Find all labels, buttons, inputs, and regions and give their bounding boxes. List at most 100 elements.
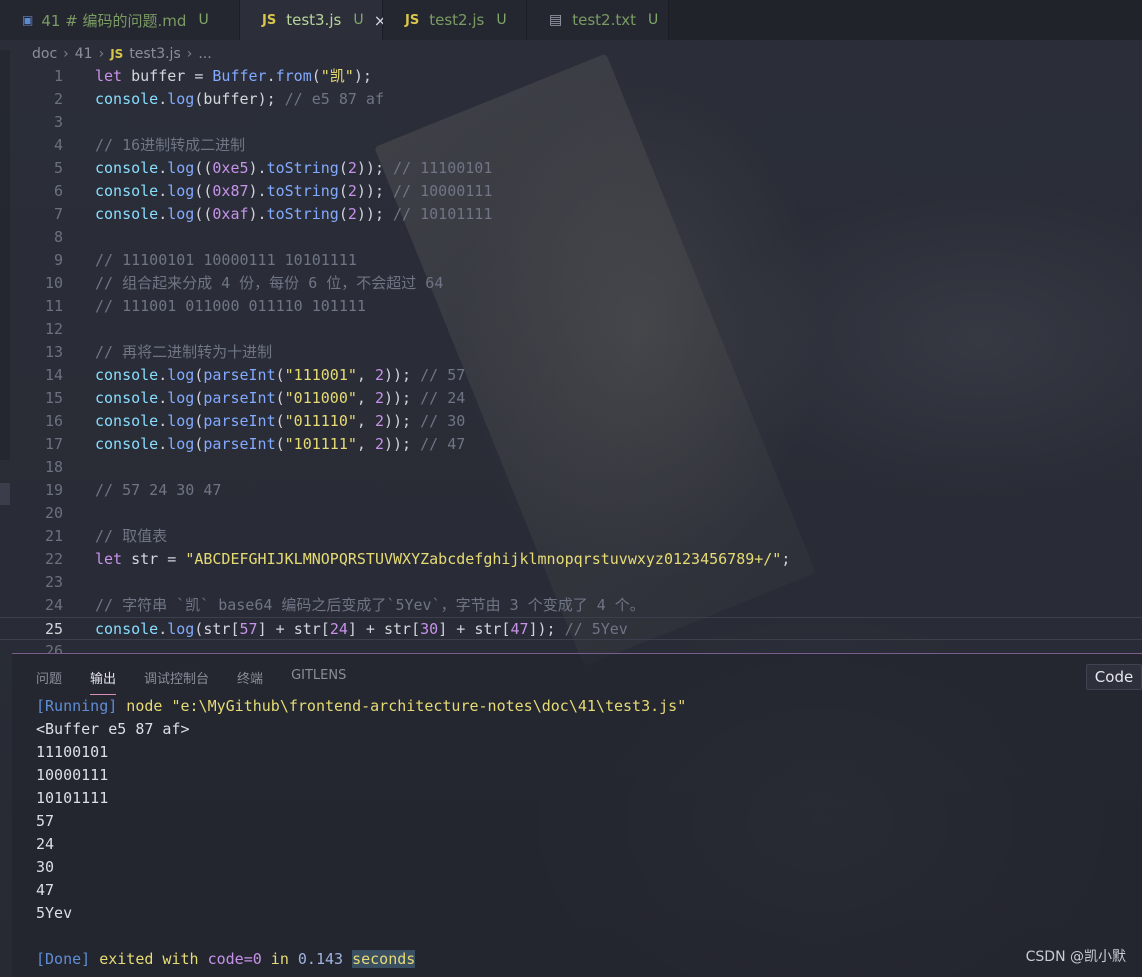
line-number: 11 (44, 297, 63, 315)
code-text: // 再将二进制转为十进制 (95, 343, 273, 361)
chevron-right-icon: › (98, 46, 105, 62)
code-line: 21 // 取值表 (0, 525, 1142, 548)
seconds-text: seconds (352, 950, 416, 968)
js-icon: JS (405, 12, 420, 28)
code-text: // 16进制转成二进制 (95, 136, 246, 154)
line-number: 24 (44, 596, 63, 614)
line-number: 23 (44, 573, 63, 591)
tab-test3-js[interactable]: JS test3.js U × (240, 0, 387, 40)
code-text: // 57 24 30 47 (95, 481, 222, 499)
exit-code: code=0 (207, 950, 262, 968)
breadcrumb-more[interactable]: ... (198, 46, 211, 62)
untracked-badge: U (496, 12, 507, 28)
tab-test2-js[interactable]: JS test2.js U (383, 0, 527, 40)
line-number: 19 (44, 481, 63, 499)
editor-tab-bar: ▣ 41 # 编码的问题.md U JS test3.js U × JS tes… (0, 0, 1142, 40)
line-number: 6 (53, 182, 63, 200)
output-line: 11100101 (36, 743, 109, 761)
output-channel-select[interactable]: Code (1086, 664, 1142, 690)
code-text: let buffer = Buffer.from("凯"); (95, 67, 372, 85)
tab-gitlens[interactable]: GITLENS (291, 668, 346, 694)
chevron-right-icon: › (63, 46, 69, 62)
done-tag: [Done] (36, 950, 91, 968)
code-line: 10 // 组合起来分成 4 份，每份 6 位，不会超过 64 (0, 272, 1142, 295)
tab-label: test2.js (429, 11, 485, 29)
line-number: 21 (44, 527, 63, 545)
output-line: 30 (36, 858, 55, 876)
output-line: 10000111 (36, 766, 109, 784)
code-line: 18 (0, 456, 1142, 479)
tab-output[interactable]: 输出 (90, 668, 117, 695)
output-line: 57 (36, 812, 55, 830)
tab-debug-console[interactable]: 调试控制台 (144, 668, 209, 694)
code-text: console.log(parseInt("011000", 2)); // 2… (95, 389, 466, 407)
code-line: 11 // 111001 011000 011110 101111 (0, 295, 1142, 318)
code-line: 13 // 再将二进制转为十进制 (0, 341, 1142, 364)
line-number: 15 (44, 389, 63, 407)
line-number: 25 (44, 620, 63, 638)
code-text: console.log(parseInt("101111", 2)); // 4… (95, 435, 466, 453)
code-line: 1 let buffer = Buffer.from("凯"); (0, 65, 1142, 88)
running-tag: [Running] (36, 697, 118, 715)
line-number: 2 (53, 90, 63, 108)
tab-label: test2.txt (572, 11, 636, 29)
code-line: 2 console.log(buffer); // e5 87 af (0, 88, 1142, 111)
code-line: 23 (0, 571, 1142, 594)
line-number: 16 (44, 412, 63, 430)
code-line: 9 // 11100101 10000111 10101111 (0, 249, 1142, 272)
in-text: in (261, 950, 298, 968)
code-line: 5 console.log((0xe5).toString(2)); // 111… (0, 157, 1142, 180)
line-number: 14 (44, 366, 63, 384)
watermark: CSDN @凯小默 (1025, 949, 1126, 965)
code-line: 15 console.log(parseInt("011000", 2)); //… (0, 387, 1142, 410)
markdown-icon: ▣ (22, 13, 34, 27)
code-editor[interactable]: 1 let buffer = Buffer.from("凯"); 2 console… (0, 65, 1142, 653)
code-line: 24 // 字符串 `凯` base64 编码之后变成了`5Yev`，字节由 3 … (0, 594, 1142, 617)
breadcrumb: doc › 41 › JS test3.js › ... (32, 45, 212, 63)
output-line: 5Yev (36, 904, 73, 922)
output-line: <Buffer e5 87 af> (36, 720, 190, 738)
line-number: 9 (53, 251, 63, 269)
code-text: console.log(parseInt("111001", 2)); // 5… (95, 366, 466, 384)
line-number: 17 (44, 435, 63, 453)
tab-test2-txt[interactable]: ▤ test2.txt U (527, 0, 669, 40)
tab-encoding-md[interactable]: ▣ 41 # 编码的问题.md U (0, 0, 240, 40)
chevron-right-icon: › (186, 46, 193, 62)
exit-text: exited with (90, 950, 208, 968)
line-number: 22 (44, 550, 63, 568)
line-number: 20 (44, 504, 63, 522)
code-line: 12 (0, 318, 1142, 341)
code-text: console.log(buffer); // e5 87 af (95, 90, 384, 108)
output-run-line: [Running] node "e:\MyGithub\frontend-arc… (36, 695, 686, 718)
code-text: console.log(str[57] + str[24] + str[30] … (95, 620, 628, 638)
tab-problems[interactable]: 问题 (36, 668, 62, 694)
untracked-badge: U (198, 12, 209, 28)
line-number: 4 (53, 136, 63, 154)
line-number: 3 (53, 113, 63, 131)
code-text: console.log((0xe5).toString(2)); // 1110… (95, 159, 493, 177)
tab-label: test3.js (286, 11, 342, 29)
line-number: 13 (44, 343, 63, 361)
tab-terminal[interactable]: 终端 (237, 668, 263, 694)
text-file-icon: ▤ (549, 12, 563, 28)
code-text: let str = "ABCDEFGHIJKLMNOPQRSTUVWXYZabc… (95, 550, 791, 568)
breadcrumb-doc[interactable]: doc (32, 46, 57, 62)
breadcrumb-file[interactable]: test3.js (129, 46, 180, 62)
line-number: 7 (53, 205, 63, 223)
breadcrumb-41[interactable]: 41 (75, 46, 93, 62)
output-line: 10101111 (36, 789, 109, 807)
run-command: node "e:\MyGithub\frontend-architecture-… (117, 697, 687, 715)
output-line: 47 (36, 881, 55, 899)
code-line: 16 console.log(parseInt("011110", 2)); //… (0, 410, 1142, 433)
panel-tabs: 问题 输出 调试控制台 终端 GITLENS (36, 668, 374, 695)
code-line: 20 (0, 502, 1142, 525)
line-number: 1 (53, 67, 63, 85)
elapsed-time: 0.143 (297, 950, 344, 968)
code-line: 26 (0, 640, 1142, 653)
code-line: 6 console.log((0x87).toString(2)); // 100… (0, 180, 1142, 203)
line-number: 8 (53, 228, 63, 246)
code-line: 19 // 57 24 30 47 (0, 479, 1142, 502)
line-number: 18 (44, 458, 63, 476)
output-line: 24 (36, 835, 55, 853)
code-line: 8 (0, 226, 1142, 249)
